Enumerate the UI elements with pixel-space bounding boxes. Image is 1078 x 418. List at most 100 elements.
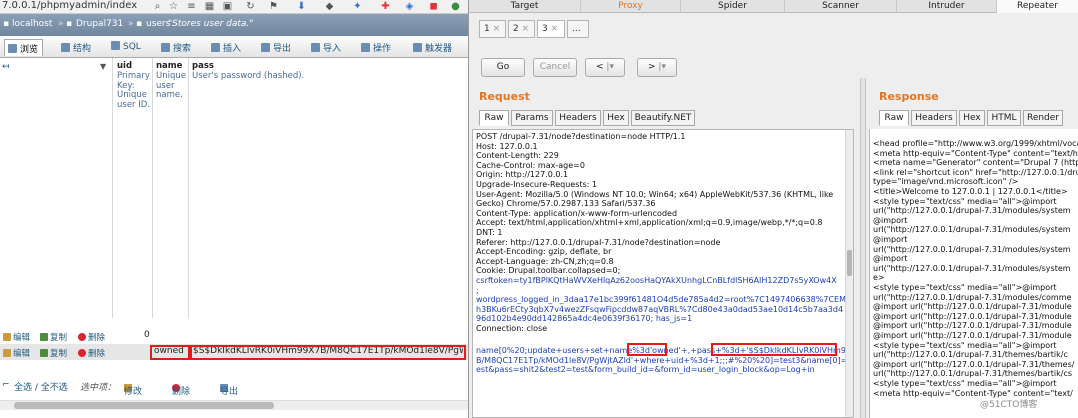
response-tab-hex[interactable]: Hex: [959, 110, 985, 126]
column-header-uid[interactable]: uid: [117, 61, 132, 71]
database-icon: ▪: [66, 19, 73, 29]
address-url[interactable]: 7.0.0.1/phpmyadmin/index: [2, 0, 137, 11]
response-tab-raw[interactable]: Raw: [879, 110, 909, 126]
tab-scanner[interactable]: Scanner: [785, 0, 897, 13]
repeater-tab-new[interactable]: ...: [567, 20, 589, 38]
request-line: est&pass=shit2&test2=test&form_build_id=…: [476, 365, 815, 375]
download-icon[interactable]: ⬇: [296, 1, 307, 12]
column-uid-comment: Primary Key: Unique user ID.: [117, 71, 150, 110]
browser-address-bar[interactable]: 7.0.0.1/phpmyadmin/index ⌕ ☆ ≡ ▦ ▣ ↻ ⚑ ⬇…: [0, 0, 468, 14]
tab-operations[interactable]: 操作: [358, 39, 395, 56]
sql-icon: [111, 41, 120, 50]
repeater-tab-2[interactable]: 2 ×: [508, 20, 535, 38]
request-line: Accept: text/html,application/xhtml+xml,…: [476, 218, 823, 228]
cell-uid[interactable]: 0: [144, 330, 150, 340]
tab-sql[interactable]: SQL: [108, 39, 145, 56]
tab-repeater[interactable]: Repeater: [997, 0, 1078, 13]
horizontal-scrollbar[interactable]: [0, 400, 468, 410]
response-line: @import: [873, 235, 908, 244]
breadcrumb-sep: »: [58, 19, 64, 29]
extension2-icon[interactable]: ◆: [324, 1, 335, 12]
response-line: url("http://127.0.0.1/drupal-7.31/module…: [873, 225, 1071, 235]
star-icon[interactable]: ☆: [168, 1, 179, 12]
delete-row-link[interactable]: 删除: [78, 347, 105, 359]
edit-row-link[interactable]: 编辑: [3, 347, 30, 359]
sort-arrow-icon[interactable]: ▼: [100, 62, 106, 71]
tab-structure[interactable]: 结构: [58, 39, 95, 56]
response-line: <title>Welcome to 127.0.0.1 | 127.0.0.1<…: [873, 187, 1068, 196]
refresh-icon[interactable]: ↻: [245, 1, 256, 12]
response-line: @import url("http://127.0.0.1/drupal-7.3…: [873, 311, 1072, 321]
request-line: DNT: 1: [476, 228, 503, 237]
pin-icon[interactable]: ⚑: [268, 1, 279, 12]
pma-tabbar: 浏览 结构 SQL 搜索 插入 导出 导入 操作 触发器: [0, 36, 468, 58]
results-table: ↤ ▼ uid Primary Key: Unique user ID. nam…: [0, 58, 468, 418]
response-viewer[interactable]: <head profile="http://www.w3.org/1999/xh…: [869, 129, 1078, 418]
request-tab-hex[interactable]: Hex: [603, 110, 629, 126]
cancel-button[interactable]: Cancel: [533, 58, 577, 77]
scrollbar-thumb[interactable]: [847, 250, 852, 276]
back-button[interactable]: < |▾: [585, 58, 625, 77]
request-line: Upgrade-Insecure-Requests: 1: [476, 180, 597, 189]
tab-browse[interactable]: 浏览: [4, 39, 44, 56]
repeater-tab-1[interactable]: 1 ×: [479, 20, 506, 38]
request-title: Request: [479, 90, 530, 103]
tab-export[interactable]: 导出: [258, 39, 295, 56]
request-line: User-Agent: Mozilla/5.0 (Windows NT 10.0…: [476, 189, 834, 199]
search-icon[interactable]: ⌕: [152, 1, 163, 12]
pane-splitter[interactable]: [860, 78, 866, 418]
response-line: <meta name="Generator" content="Drupal 7…: [873, 158, 1078, 168]
go-button[interactable]: Go: [481, 58, 525, 77]
request-line: Content-Length: 229: [476, 151, 559, 161]
extension5-icon[interactable]: ◈: [404, 1, 415, 12]
delete-row-link[interactable]: 删除: [78, 331, 105, 343]
browse-icon: [8, 44, 17, 53]
menu-icon[interactable]: ≡: [186, 1, 197, 12]
column-divider: [188, 58, 189, 318]
response-line: <meta http-equiv="Content-Type" content=…: [873, 148, 1078, 158]
tab-import[interactable]: 导入: [308, 39, 345, 56]
tab-intruder[interactable]: Intruder: [897, 0, 997, 13]
scrollbar-thumb[interactable]: [14, 402, 274, 409]
delete-icon: [78, 349, 86, 357]
triggers-icon: [413, 43, 422, 52]
column-header-pass[interactable]: pass: [192, 61, 214, 71]
forward-button[interactable]: > |▾: [637, 58, 677, 77]
edit-row-link[interactable]: 编辑: [3, 331, 30, 343]
extension6-icon[interactable]: ◼: [428, 1, 439, 12]
repeater-tab-3[interactable]: 3 ×: [537, 20, 565, 38]
tab-spider[interactable]: Spider: [681, 0, 785, 13]
extension7-icon[interactable]: ●: [450, 1, 461, 12]
tab-triggers[interactable]: 触发器: [410, 39, 456, 56]
response-tab-render[interactable]: Render: [1023, 110, 1063, 126]
copy-row-link[interactable]: 复制: [40, 347, 67, 359]
response-line: @import: [873, 215, 908, 225]
tab-proxy[interactable]: Proxy: [581, 0, 681, 13]
tab-search[interactable]: 搜索: [158, 39, 195, 56]
breadcrumb-table[interactable]: users: [146, 19, 170, 29]
tab-target[interactable]: Target: [469, 0, 581, 13]
extension-icon[interactable]: ▣: [222, 1, 233, 12]
request-editor[interactable]: POST /drupal-7.31/node?destination=node …: [472, 129, 854, 418]
select-all-link[interactable]: 全选 / 全不选: [14, 380, 68, 393]
request-tab-beautify[interactable]: Beautify.NET: [631, 110, 695, 126]
request-tab-raw[interactable]: Raw: [479, 110, 509, 126]
request-tab-headers[interactable]: Headers: [555, 110, 601, 126]
extension3-icon[interactable]: ✦: [352, 1, 363, 12]
response-tab-headers[interactable]: Headers: [911, 110, 957, 126]
request-tab-params[interactable]: Params: [511, 110, 553, 126]
tab-insert[interactable]: 插入: [208, 39, 245, 56]
response-line: <style type="text/css" media="all">@impo…: [873, 283, 1057, 292]
response-line: @import url("http://127.0.0.1/drupal-7.3…: [873, 302, 1072, 312]
request-line: h3BKu6rECty3qbX7v4wezZFsqwFipcddw87aqVBR…: [476, 304, 844, 314]
breadcrumb-server[interactable]: localhost: [12, 19, 52, 29]
column-header-name[interactable]: name: [156, 61, 182, 71]
apps-icon[interactable]: ▦: [204, 1, 215, 12]
copy-row-link[interactable]: 复制: [40, 331, 67, 343]
request-scrollbar[interactable]: [845, 130, 853, 417]
expand-arrow-icon[interactable]: ↤: [2, 62, 10, 72]
extension4-icon[interactable]: ✚: [380, 1, 391, 12]
response-tab-html[interactable]: HTML: [987, 110, 1021, 126]
breadcrumb-database[interactable]: Drupal731: [76, 19, 123, 29]
response-line: @import url("http://127.0.0.1/drupal-7.3…: [873, 331, 1072, 340]
